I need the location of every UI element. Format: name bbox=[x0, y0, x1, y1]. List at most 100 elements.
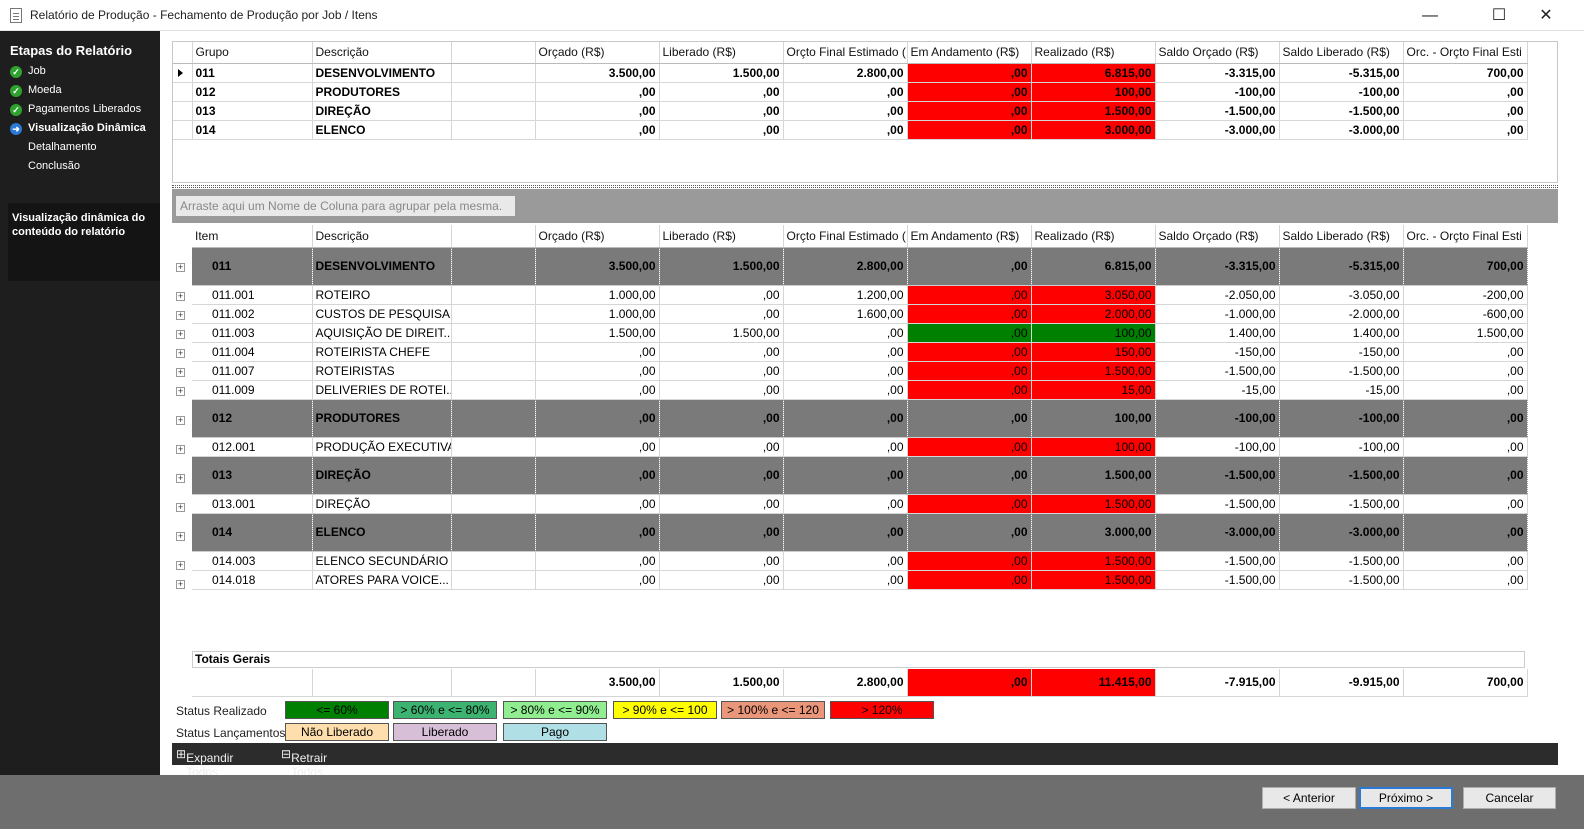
cell-description: DIREÇÃO bbox=[312, 101, 452, 121]
cell-orc-final-diff: ,00 bbox=[1403, 494, 1528, 514]
header-realizado[interactable]: Realizado (R$) bbox=[1031, 225, 1156, 248]
item-row[interactable]: 011.004 ROTEIRISTA CHEFE ,00,00,00,00 150,0… bbox=[192, 342, 1528, 362]
cell-code: 011 bbox=[192, 63, 313, 83]
expand-row-icon[interactable]: + bbox=[176, 311, 185, 320]
item-row[interactable]: 013.001 DIREÇÃO ,00,00,00,00 1.500,00 -1.500… bbox=[192, 494, 1528, 514]
header-saldo-liberado[interactable]: Saldo Liberado (R$) bbox=[1279, 225, 1404, 248]
cell-saldo-orcado: -3.000,00 bbox=[1155, 513, 1280, 552]
group-by-panel[interactable]: Arraste aqui um Nome de Coluna para agru… bbox=[172, 189, 1558, 223]
top-grid-row[interactable]: 014 ELENCO ,00,00,00,00 3.000,00 -3.000,00 -3… bbox=[172, 120, 1528, 140]
group-row[interactable]: 014 ELENCO ,00,00,00,00 3.000,00 -3.000,00 -3… bbox=[192, 513, 1528, 552]
header-blank[interactable] bbox=[451, 225, 536, 248]
legend-realizado-5: > 120% bbox=[830, 701, 934, 719]
expand-row-icon[interactable]: + bbox=[176, 368, 185, 377]
item-row[interactable]: 011.001 ROTEIRO 1.000,00,00 1.200,00,00 3.05… bbox=[192, 285, 1528, 305]
expand-all-button[interactable]: ⊞ Expandir Todos bbox=[176, 747, 233, 779]
maximize-button[interactable]: ☐ bbox=[1476, 0, 1522, 31]
header-saldo-orcado[interactable]: Saldo Orçado (R$) bbox=[1155, 225, 1280, 248]
cell-liberado: ,00 bbox=[659, 120, 784, 140]
header-em-andamento[interactable]: Em Andamento (R$) bbox=[907, 225, 1032, 248]
cell-code: 012.001 bbox=[192, 437, 313, 457]
header-realizado[interactable]: Realizado (R$) bbox=[1031, 41, 1156, 64]
back-button[interactable]: < Anterior bbox=[1262, 787, 1356, 809]
totals-values: 3.500,00 1.500,00 2.800,00,00 11.415,00 -7.9… bbox=[192, 669, 1528, 697]
item-row[interactable]: 014.003 ELENCO SECUNDÁRIO ,00,00,00,00 1.50… bbox=[192, 551, 1528, 571]
group-row[interactable]: 013 DIREÇÃO ,00,00,00,00 1.500,00 -1.500,00-… bbox=[192, 456, 1528, 495]
row-selector[interactable] bbox=[172, 120, 193, 140]
item-row[interactable]: 014.018 ATORES PARA VOICE... ,00,00,00,00 1… bbox=[192, 570, 1528, 590]
header-indicator bbox=[172, 41, 193, 64]
cell-orc-final-diff: 700,00 bbox=[1403, 247, 1528, 286]
item-row[interactable]: 011.002 CUSTOS DE PESQUISA 1.000,00,00 1.60… bbox=[192, 304, 1528, 324]
status-lancamentos-label: Status Lançamentos bbox=[176, 726, 286, 740]
header-saldo-orcado[interactable]: Saldo Orçado (R$) bbox=[1155, 41, 1280, 64]
header-liberado[interactable]: Liberado (R$) bbox=[659, 41, 784, 64]
expand-row-icon[interactable]: + bbox=[176, 330, 185, 339]
header-liberado[interactable]: Liberado (R$) bbox=[659, 225, 784, 248]
cell-code: 011.007 bbox=[192, 361, 313, 381]
cell-saldo-liberado: -1.500,00 bbox=[1279, 570, 1404, 590]
header-code[interactable]: Item bbox=[192, 225, 313, 248]
expand-row-icon[interactable]: + bbox=[176, 349, 185, 358]
expand-row-icon[interactable]: + bbox=[176, 503, 185, 512]
row-selector[interactable] bbox=[172, 82, 193, 102]
expand-row-icon[interactable]: + bbox=[176, 445, 185, 454]
collapse-all-button[interactable]: ⊟ Retrair Todos bbox=[281, 747, 327, 779]
total-saldo-orcado: -7.915,00 bbox=[1155, 669, 1280, 697]
expand-row-icon[interactable]: + bbox=[176, 387, 185, 396]
header-em-andamento[interactable]: Em Andamento (R$) bbox=[907, 41, 1032, 64]
header-description[interactable]: Descrição bbox=[312, 41, 452, 64]
minimize-button[interactable]: — bbox=[1407, 0, 1453, 31]
cell-orcado: ,00 bbox=[535, 551, 660, 571]
cell-orcado: 1.500,00 bbox=[535, 323, 660, 343]
legend-realizado-1: > 60% e <= 80% bbox=[393, 701, 497, 719]
cell-orcado: ,00 bbox=[535, 456, 660, 495]
row-selector-arrow-icon[interactable] bbox=[172, 63, 193, 83]
top-grid-row[interactable]: 011 DESENVOLVIMENTO 3.500,00 1.500,00 2.800,… bbox=[172, 63, 1528, 83]
cell-em-andamento: ,00 bbox=[907, 570, 1032, 590]
top-grid-row[interactable]: 012 PRODUTORES ,00,00,00,00 100,00 -100,00 -1… bbox=[172, 82, 1528, 102]
row-selector[interactable] bbox=[172, 101, 193, 121]
expand-row-icon[interactable]: + bbox=[176, 474, 185, 483]
expand-row-icon[interactable]: + bbox=[176, 580, 185, 589]
group-by-placeholder: Arraste aqui um Nome de Coluna para agru… bbox=[176, 196, 515, 216]
expand-row-icon[interactable]: + bbox=[176, 263, 185, 272]
next-button[interactable]: Próximo > bbox=[1359, 787, 1453, 809]
item-row[interactable]: 011.003 AQUISIÇÃO DE DIREIT... 1.500,00 1.5… bbox=[192, 323, 1528, 343]
header-orcado[interactable]: Orçado (R$) bbox=[535, 225, 660, 248]
cell-liberado: 1.500,00 bbox=[659, 63, 784, 83]
cell-saldo-liberado: -3.000,00 bbox=[1279, 513, 1404, 552]
header-orcto-final[interactable]: Orçto Final Estimado ( bbox=[783, 225, 908, 248]
expand-row-icon[interactable]: + bbox=[176, 416, 185, 425]
cancel-button[interactable]: Cancelar bbox=[1463, 787, 1556, 809]
window-title: Relatório de Produção - Fechamento de Pr… bbox=[30, 8, 378, 22]
expand-row-icon[interactable]: + bbox=[176, 532, 185, 541]
expand-toolbar: ⊞ Expandir Todos ⊟ Retrair Todos bbox=[172, 743, 1558, 779]
cell-realizado: 100,00 bbox=[1031, 437, 1156, 457]
header-orc-final-diff[interactable]: Orc. - Orçto Final Esti bbox=[1403, 225, 1528, 248]
header-blank[interactable] bbox=[451, 41, 536, 64]
group-row[interactable]: 012 PRODUTORES ,00,00,00,00 100,00 -100,00 -1… bbox=[192, 399, 1528, 438]
expand-row-icon[interactable]: + bbox=[176, 292, 185, 301]
item-row[interactable]: 011.009 DELIVERIES DE ROTEI... ,00,00,00,0… bbox=[192, 380, 1528, 400]
cell-orcto-final: ,00 bbox=[783, 101, 908, 121]
close-button[interactable]: ✕ bbox=[1523, 0, 1569, 31]
cell-blank bbox=[451, 101, 536, 121]
item-row[interactable]: 012.001 PRODUÇÃO EXECUTIVA ,00,00,00,00 100… bbox=[192, 437, 1528, 457]
header-orcto-final[interactable]: Orçto Final Estimado ( bbox=[783, 41, 908, 64]
expand-row-icon[interactable]: + bbox=[176, 561, 185, 570]
header-code[interactable]: Grupo bbox=[192, 41, 313, 64]
header-description[interactable]: Descrição bbox=[312, 225, 452, 248]
cell-orcto-final: ,00 bbox=[783, 361, 908, 381]
cell-em-andamento: ,00 bbox=[907, 380, 1032, 400]
header-saldo-liberado[interactable]: Saldo Liberado (R$) bbox=[1279, 41, 1404, 64]
group-row[interactable]: 011 DESENVOLVIMENTO 3.500,00 1.500,00 2.800,… bbox=[192, 247, 1528, 286]
header-orcado[interactable]: Orçado (R$) bbox=[535, 41, 660, 64]
top-grid-row[interactable]: 013 DIREÇÃO ,00,00,00,00 1.500,00 -1.500,00-… bbox=[172, 101, 1528, 121]
item-row[interactable]: 011.007 ROTEIRISTAS ,00,00,00,00 1.500,00 -1… bbox=[192, 361, 1528, 381]
legend-realizado-0: <= 60% bbox=[285, 701, 389, 719]
cell-saldo-orcado: -1.500,00 bbox=[1155, 456, 1280, 495]
header-orc-final-diff[interactable]: Orc. - Orçto Final Esti bbox=[1403, 41, 1528, 64]
splitter[interactable] bbox=[172, 185, 1558, 188]
cell-saldo-liberado: -1.500,00 bbox=[1279, 494, 1404, 514]
